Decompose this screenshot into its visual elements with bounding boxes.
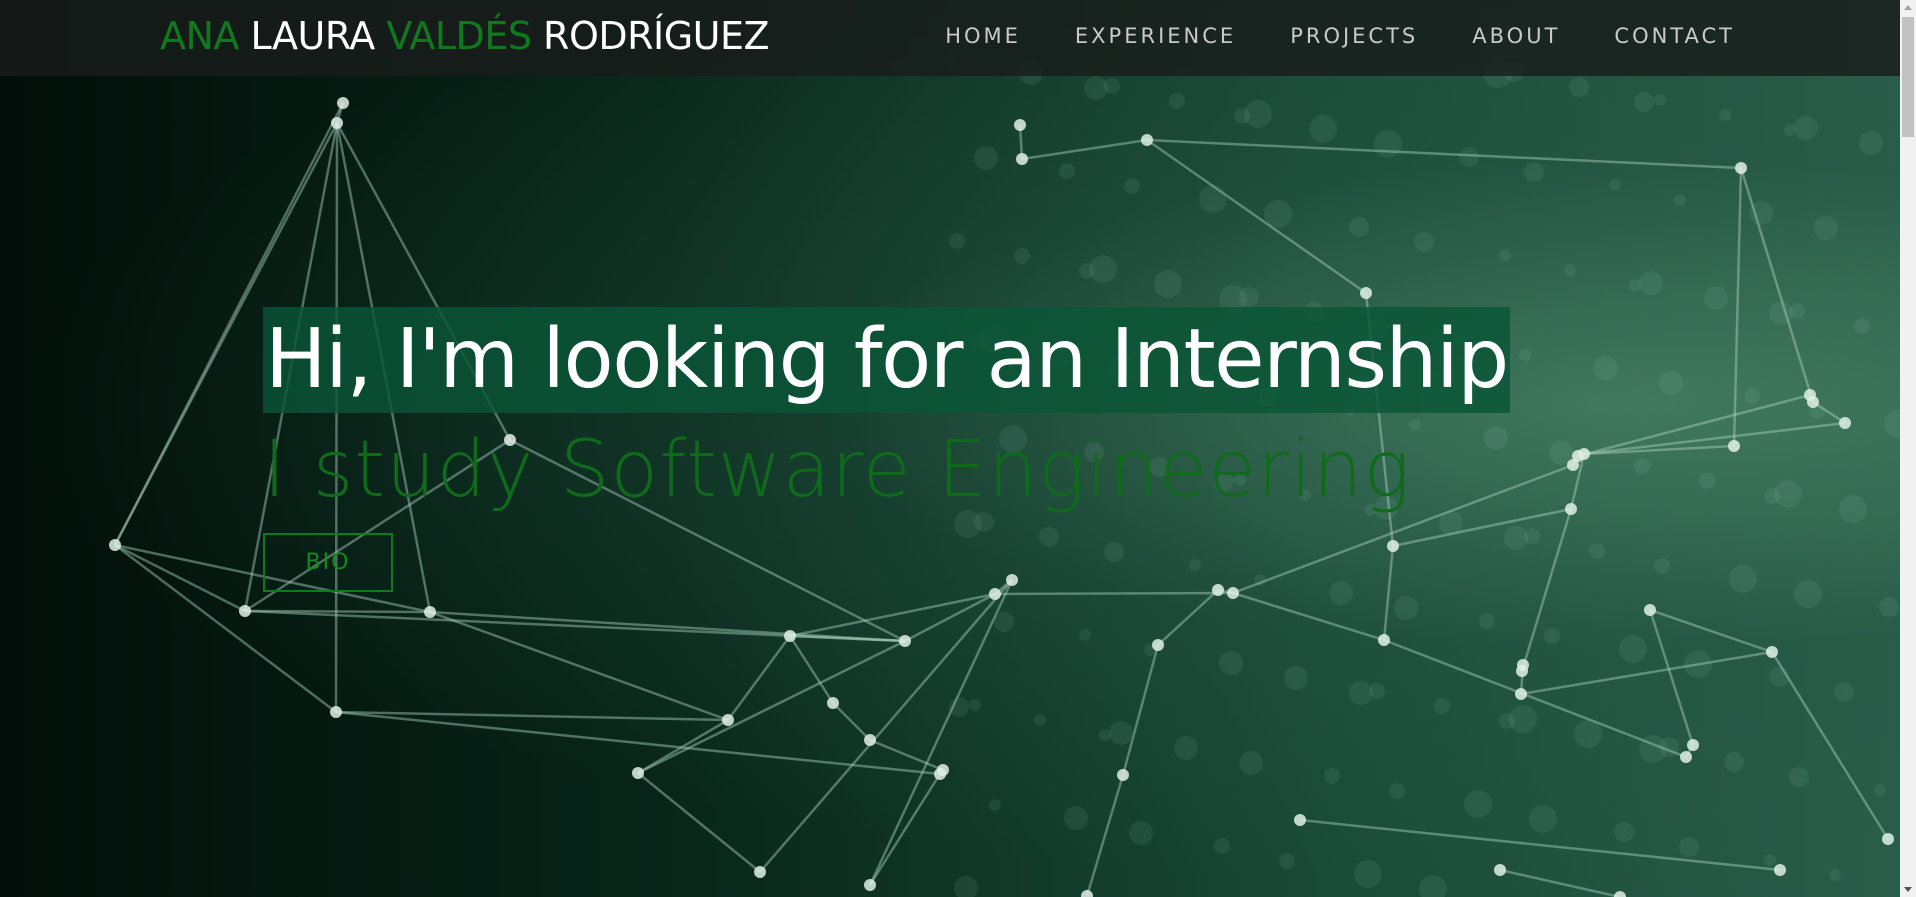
brand-first-name: ANA xyxy=(160,14,239,58)
nav-link-home[interactable]: HOME xyxy=(945,24,1021,48)
brand-logo[interactable]: ANA LAURA VALDÉS RODRÍGUEZ xyxy=(160,14,770,58)
nav-link-about[interactable]: ABOUT xyxy=(1472,24,1560,48)
vertical-scrollbar[interactable] xyxy=(1900,0,1916,897)
nav-link-projects[interactable]: PROJECTS xyxy=(1290,24,1418,48)
scroll-down-arrow-icon[interactable] xyxy=(1904,887,1912,892)
hero-headline: Hi, I'm looking for an Internship xyxy=(263,307,1510,413)
brand-surname-1: VALDÉS xyxy=(386,14,532,58)
nav-link-contact[interactable]: CONTACT xyxy=(1614,24,1735,48)
navbar: ANA LAURA VALDÉS RODRÍGUEZ HOME EXPERIEN… xyxy=(0,0,1900,76)
brand-middle-name: LAURA xyxy=(250,14,376,58)
nav-link-experience[interactable]: EXPERIENCE xyxy=(1075,24,1236,48)
hero-subline: I study Software Engineering xyxy=(263,425,1412,515)
scroll-up-arrow-icon[interactable] xyxy=(1904,5,1912,10)
portfolio-page: ANA LAURA VALDÉS RODRÍGUEZ HOME EXPERIEN… xyxy=(0,0,1916,897)
brand-surname-2: RODRÍGUEZ xyxy=(543,14,770,58)
bio-button[interactable]: BIO xyxy=(263,533,393,592)
main-nav: HOME EXPERIENCE PROJECTS ABOUT CONTACT xyxy=(945,24,1735,48)
scrollbar-thumb[interactable] xyxy=(1902,17,1914,137)
